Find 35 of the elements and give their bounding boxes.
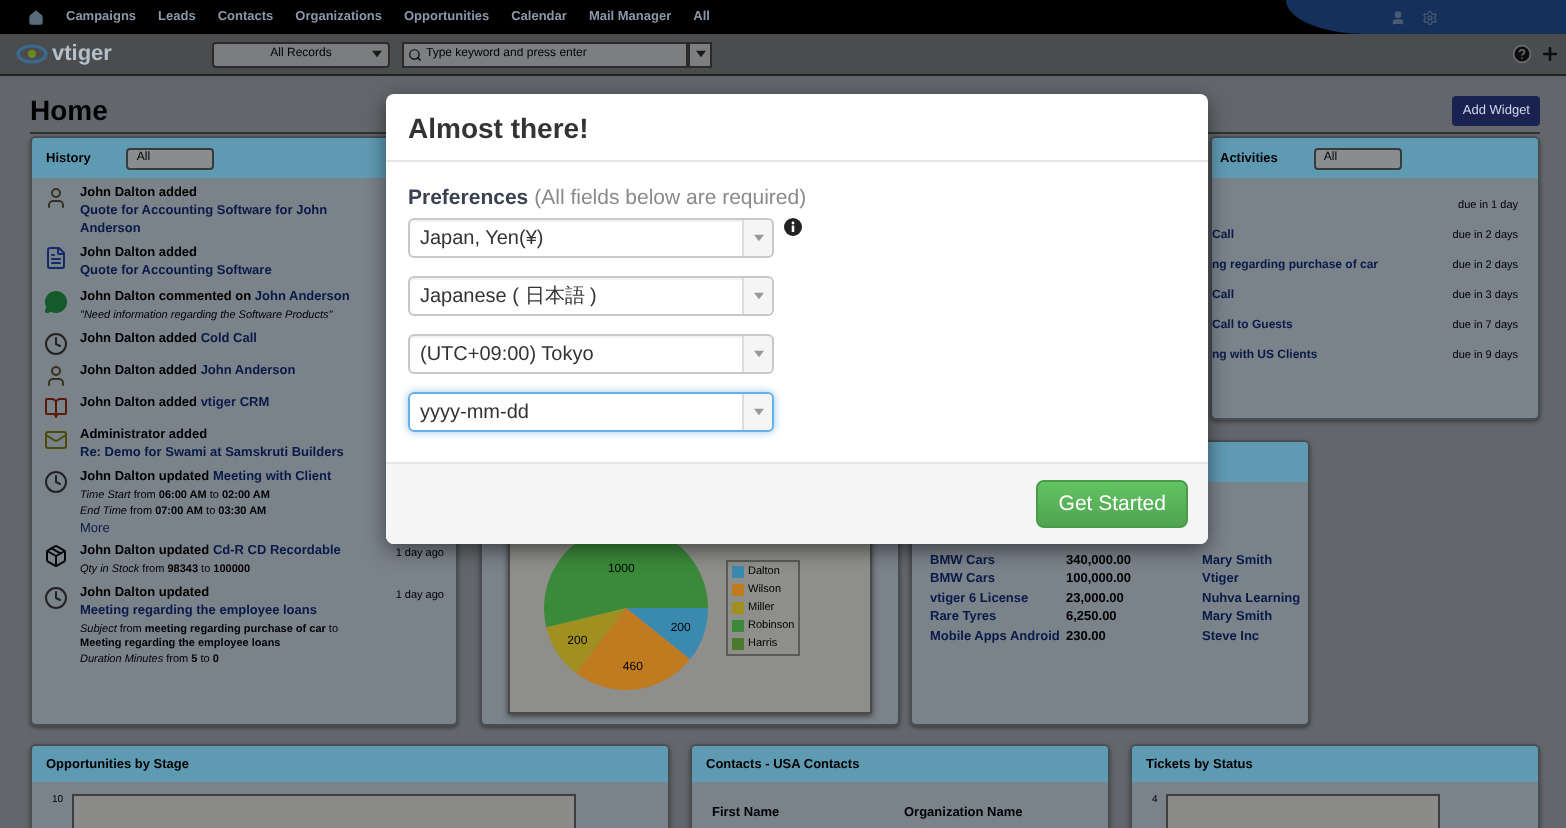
clock-icon (44, 470, 68, 495)
section-hint: (All fields below are required) (534, 186, 807, 210)
caret-icon (372, 49, 382, 57)
books-icon (44, 395, 68, 420)
caret-icon (753, 350, 763, 358)
clock-icon (44, 331, 68, 356)
box-icon (44, 544, 68, 569)
person-icon (44, 186, 68, 210)
caret-icon (695, 50, 705, 58)
search-options-button[interactable] (688, 41, 712, 67)
section-label: Preferences (408, 186, 529, 210)
caret-icon (753, 234, 763, 242)
info-icon[interactable] (784, 218, 802, 236)
logo-text: vtiger (52, 42, 112, 66)
dialog-title: Almost there! (408, 111, 589, 143)
get-started-button[interactable]: Get Started (1036, 480, 1188, 528)
help-icon[interactable] (1512, 44, 1532, 64)
document-icon (44, 246, 68, 271)
select-field[interactable]: (UTC+09:00) Tokyo (408, 334, 774, 374)
caret-icon (753, 408, 763, 416)
person-icon[interactable] (1390, 9, 1406, 25)
select-field[interactable]: yyyy-mm-dd (408, 392, 774, 432)
speech-bubble-icon (44, 289, 68, 314)
select-field[interactable]: Japan, Yen(¥) (408, 218, 774, 258)
home-icon[interactable] (28, 9, 44, 25)
plus-icon[interactable] (1540, 44, 1560, 64)
settings-icon[interactable] (1422, 9, 1438, 25)
search-icon (408, 47, 422, 61)
envelope-icon (44, 427, 68, 452)
logo-icon (16, 44, 48, 64)
select-field[interactable]: Japanese ( 日本語 ) (408, 276, 774, 316)
clock-icon (44, 586, 68, 611)
caret-icon (753, 292, 763, 300)
person-icon (44, 363, 68, 388)
page-title: Home (30, 94, 108, 126)
